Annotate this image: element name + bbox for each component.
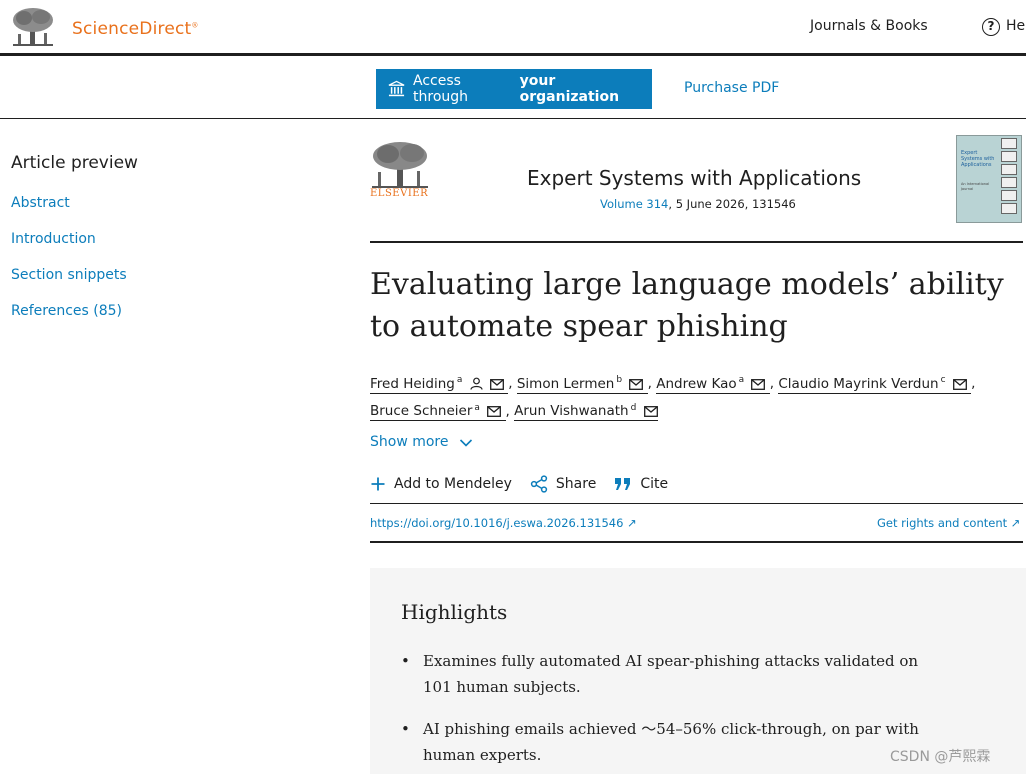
add-to-mendeley-button[interactable]: Add to Mendeley <box>370 474 512 494</box>
envelope-icon <box>490 378 504 390</box>
envelope-icon <box>751 378 766 390</box>
access-button-strong: your organization <box>519 73 620 105</box>
journal-volume: Volume 314, 5 June 2026, 131546 <box>600 197 796 211</box>
volume-date: , 5 June 2026, 131546 <box>668 197 796 211</box>
cover-icon-strip <box>1001 138 1019 220</box>
author-list: Fred Heiding a , Simon Lermen b , Andrew K… <box>370 375 976 421</box>
top-header: ScienceDirect® Journals & Books ? He <box>0 0 1026 56</box>
author-link[interactable]: Arun Vishwanath d <box>514 403 658 421</box>
purchase-pdf-link[interactable]: Purchase PDF <box>684 80 779 96</box>
cite-button[interactable]: Cite <box>614 474 668 494</box>
quote-icon <box>615 478 631 490</box>
sidebar-item-introduction[interactable]: Introduction <box>11 231 311 249</box>
journal-cover-image[interactable]: Expert Systems with Applications An Inte… <box>956 135 1022 223</box>
author-link[interactable]: Claudio Mayrink Verdun c <box>778 375 972 394</box>
share-icon <box>530 475 548 493</box>
show-more-label: Show more <box>370 434 449 450</box>
envelope-icon <box>629 378 644 390</box>
highlights-list: Examines fully automated AI spear-phishi… <box>401 648 921 784</box>
author-link[interactable]: Bruce Schneier a <box>370 403 506 421</box>
person-icon <box>470 377 483 390</box>
sciencedirect-wordmark[interactable]: ScienceDirect® <box>72 19 199 39</box>
elsevier-tree-logo-icon[interactable] <box>10 6 56 48</box>
divider <box>370 503 1023 504</box>
envelope-icon <box>643 406 658 417</box>
volume-link[interactable]: Volume 314 <box>600 197 668 211</box>
highlights-title: Highlights <box>401 600 508 624</box>
nav-help[interactable]: He <box>1006 18 1025 34</box>
article-title: Evaluating large language models’ abilit… <box>370 267 1004 344</box>
help-icon[interactable]: ? <box>982 18 1000 36</box>
highlights-panel: Highlights Examines fully automated AI s… <box>370 568 1026 774</box>
access-through-organization-button[interactable]: Access through your organization <box>376 69 652 109</box>
get-rights-link[interactable]: Get rights and content ↗ <box>877 516 1020 530</box>
sidebar-item-section-snippets[interactable]: Section snippets <box>11 267 311 285</box>
article-actions: Add to Mendeley Share Cite <box>370 474 686 494</box>
access-button-label: Access through <box>413 73 469 105</box>
list-item: AI phishing emails achieved ～54–56% clic… <box>401 716 921 768</box>
article-outline-sidebar: Article preview Abstract Introduction Se… <box>11 153 311 339</box>
watermark-text: CSDN @芦熙霖 <box>890 749 991 765</box>
chevron-down-icon <box>459 439 473 447</box>
share-button[interactable]: Share <box>530 474 596 494</box>
envelope-icon <box>952 378 967 390</box>
access-bar: Access through your organization Purchas… <box>0 59 1026 119</box>
nav-journals-books[interactable]: Journals & Books <box>810 18 928 34</box>
sidebar-title: Article preview <box>11 153 138 173</box>
list-item: Examines fully automated AI spear-phishi… <box>401 648 921 700</box>
doi-link[interactable]: https://doi.org/10.1016/j.eswa.2026.1315… <box>370 516 637 530</box>
sidebar-item-references[interactable]: References (85) <box>11 303 311 321</box>
cover-title: Expert Systems with Applications <box>961 150 995 168</box>
author-link[interactable]: Andrew Kao a <box>656 375 770 394</box>
elsevier-wordmark: ELSEVIER <box>370 188 429 199</box>
institution-icon <box>388 80 405 97</box>
show-more-button[interactable]: Show more <box>370 434 473 450</box>
cover-subtitle: An International Journal <box>961 182 990 191</box>
journal-title[interactable]: Expert Systems with Applications <box>527 166 861 190</box>
sidebar-item-abstract[interactable]: Abstract <box>11 195 311 213</box>
divider <box>370 541 1023 543</box>
author-link[interactable]: Fred Heiding a <box>370 375 509 394</box>
plus-icon <box>371 477 385 491</box>
envelope-icon <box>487 406 502 417</box>
author-link[interactable]: Simon Lermen b <box>516 375 648 394</box>
divider <box>370 241 1023 243</box>
